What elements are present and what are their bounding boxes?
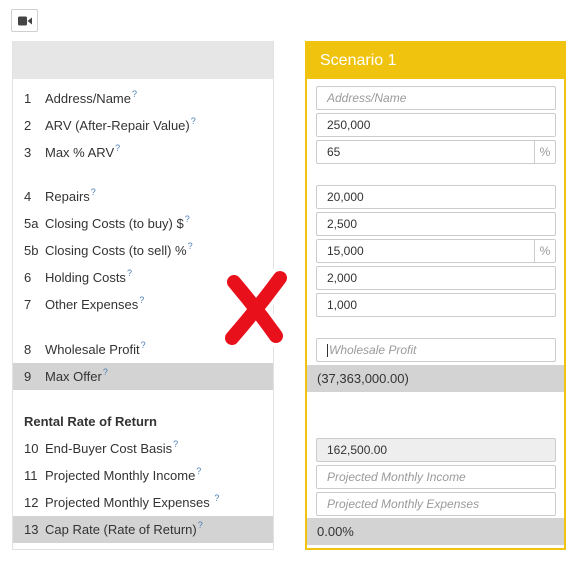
label-row-max-pct-arv: 3 Max % ARV?: [13, 139, 273, 166]
label-row-arv: 2 ARV (After-Repair Value)?: [13, 112, 273, 139]
row-label: Max % ARV: [45, 145, 115, 160]
label-row-repairs: 4 Repairs?: [13, 183, 273, 210]
row-label: Other Expenses: [45, 297, 139, 312]
label-row-closing-sell: 5b Closing Costs (to sell) %?: [13, 237, 273, 264]
arv-input[interactable]: 250,000: [316, 113, 556, 137]
row-label: Closing Costs (to buy) $: [45, 216, 184, 231]
max-pct-arv-input[interactable]: 65 %: [316, 140, 556, 164]
scenario-column: Scenario 1 Address/Name 250,000 65 % 20,…: [305, 41, 566, 550]
row-label: Holding Costs: [45, 270, 126, 285]
closing-sell-value: 15,000: [327, 244, 364, 258]
label-row-monthly-expenses: 12 Projected Monthly Expenses ?: [13, 489, 273, 516]
video-button[interactable]: [11, 9, 38, 32]
help-icon[interactable]: ?: [91, 187, 96, 197]
percent-addon: %: [534, 240, 555, 262]
labels-header: [13, 41, 273, 79]
address-input[interactable]: Address/Name: [316, 86, 556, 110]
other-expenses-input[interactable]: 1,000: [316, 293, 556, 317]
percent-addon: %: [534, 141, 555, 163]
row-number: 5a: [24, 216, 39, 231]
row-number: 12: [24, 495, 39, 510]
closing-buy-input[interactable]: 2,500: [316, 212, 556, 236]
row-number: 13: [24, 522, 39, 537]
row-label: ARV (After-Repair Value): [45, 118, 190, 133]
row-label: Projected Monthly Expenses: [45, 495, 210, 510]
help-icon[interactable]: ?: [191, 116, 196, 126]
label-row-cap-rate: 13 Cap Rate (Rate of Return)?: [13, 516, 273, 543]
wholesale-profit-input[interactable]: Wholesale Profit: [316, 338, 556, 362]
row-number: 6: [24, 270, 32, 285]
help-icon[interactable]: ?: [173, 439, 178, 449]
help-icon[interactable]: ?: [214, 493, 219, 503]
repairs-input[interactable]: 20,000: [316, 185, 556, 209]
row-label: Repairs: [45, 189, 90, 204]
row-number: 7: [24, 297, 32, 312]
row-number: 10: [24, 441, 39, 456]
row-number: 5b: [24, 243, 39, 258]
cap-rate-value: 0.00%: [307, 518, 564, 545]
red-x-icon: [221, 268, 291, 348]
scenario-title: Scenario 1: [307, 43, 564, 79]
row-number: 4: [24, 189, 32, 204]
label-row-closing-buy: 5a Closing Costs (to buy) $?: [13, 210, 273, 237]
holding-input[interactable]: 2,000: [316, 266, 556, 290]
label-row-address: 1 Address/Name?: [13, 85, 273, 112]
help-icon[interactable]: ?: [198, 520, 203, 530]
row-label: End-Buyer Cost Basis: [45, 441, 173, 456]
row-number: 1: [24, 91, 32, 106]
help-icon[interactable]: ?: [127, 268, 132, 278]
help-icon[interactable]: ?: [196, 466, 201, 476]
row-number: 8: [24, 342, 32, 357]
end-buyer-basis-field: 162,500.00: [316, 438, 556, 462]
row-label: Max Offer: [45, 369, 102, 384]
row-label: Projected Monthly Income: [45, 468, 196, 483]
help-icon[interactable]: ?: [188, 241, 193, 251]
row-label: Address/Name: [45, 91, 131, 106]
help-icon[interactable]: ?: [185, 214, 190, 224]
max-pct-arv-value: 65: [327, 145, 341, 159]
help-icon[interactable]: ?: [103, 367, 108, 377]
video-camera-icon: [18, 16, 32, 26]
closing-sell-input[interactable]: 15,000 %: [316, 239, 556, 263]
row-number: 3: [24, 145, 32, 160]
row-number: 11: [24, 468, 38, 483]
row-label: Cap Rate (Rate of Return): [45, 522, 197, 537]
row-number: 9: [24, 369, 32, 384]
help-icon[interactable]: ?: [132, 89, 137, 99]
row-label: Closing Costs (to sell) %: [45, 243, 187, 258]
monthly-expenses-input[interactable]: Projected Monthly Expenses: [316, 492, 556, 516]
help-icon[interactable]: ?: [115, 143, 120, 153]
row-label: Wholesale Profit: [45, 342, 140, 357]
help-icon[interactable]: ?: [139, 295, 144, 305]
help-icon[interactable]: ?: [141, 340, 146, 350]
label-row-end-buyer: 10 End-Buyer Cost Basis?: [13, 435, 273, 462]
monthly-income-input[interactable]: Projected Monthly Income: [316, 465, 556, 489]
label-row-max-offer: 9 Max Offer?: [13, 363, 273, 390]
row-number: 2: [24, 118, 32, 133]
label-row-monthly-income: 11 Projected Monthly Income?: [13, 462, 273, 489]
section-title-rental: Rental Rate of Return: [24, 414, 157, 429]
max-offer-value: (37,363,000.00): [307, 365, 564, 392]
